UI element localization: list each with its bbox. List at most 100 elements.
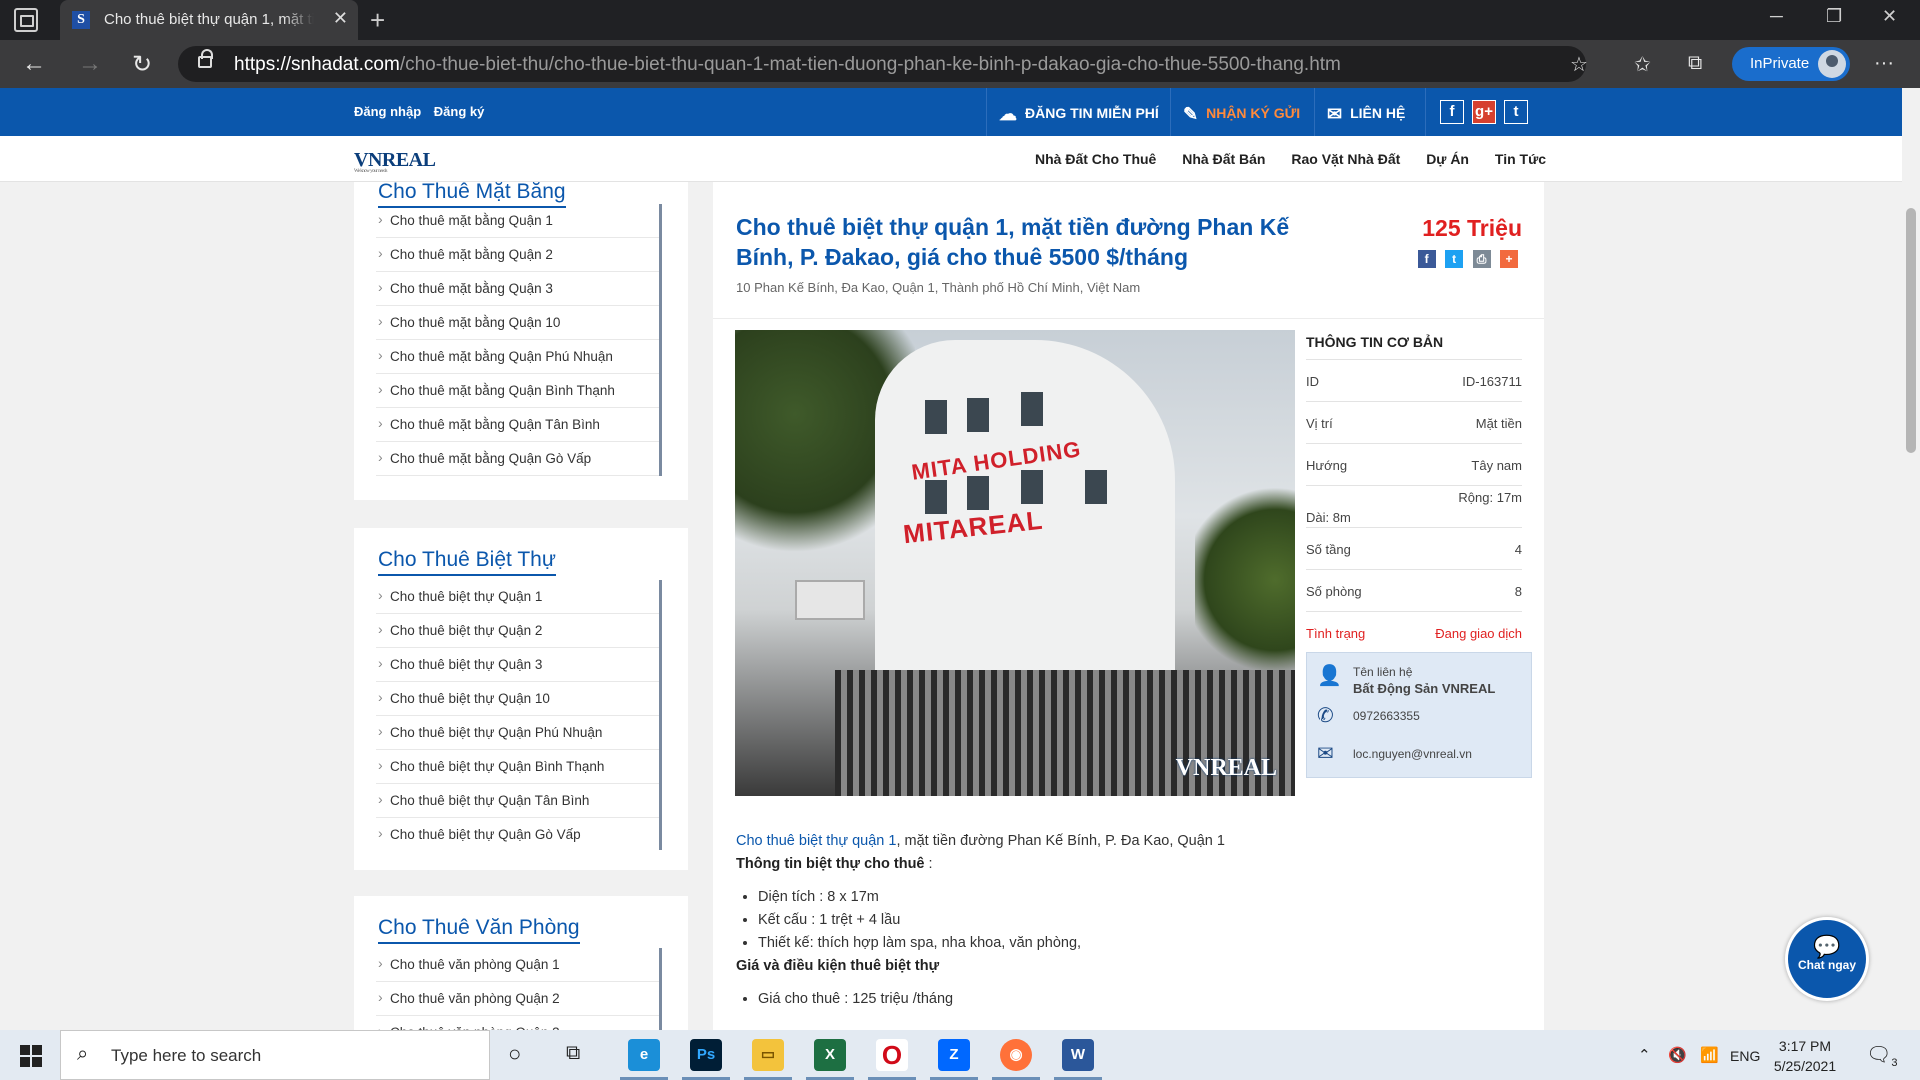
share-facebook-icon[interactable]: f xyxy=(1417,250,1436,268)
chat-button[interactable]: 💬 Chat ngay xyxy=(1785,917,1869,1001)
sidebar-item[interactable]: Cho thuê biệt thự Quận Phú Nhuận xyxy=(376,716,659,750)
login-link[interactable]: Đăng nhập xyxy=(354,104,421,119)
excel-icon[interactable]: X xyxy=(806,1039,854,1080)
share-twitter-icon[interactable]: t xyxy=(1445,250,1464,268)
profile-avatar xyxy=(1818,50,1846,78)
sidebar-item[interactable]: Cho thuê mặt bằng Quận 10 xyxy=(376,306,659,340)
contact-link[interactable]: ✉ LIÊN HỆ xyxy=(1314,88,1426,136)
volume-mute-icon[interactable]: 🔇 xyxy=(1668,1046,1687,1064)
url-field[interactable]: https://snhadat.com/cho-thue-biet-thu/ch… xyxy=(178,46,1588,82)
register-link[interactable]: Đăng ký xyxy=(434,104,485,119)
clock[interactable]: 3:17 PM 5/25/2021 xyxy=(1770,1036,1840,1076)
facebook-icon[interactable]: f xyxy=(1440,100,1464,124)
photoshop-icon[interactable]: Ps xyxy=(682,1039,730,1080)
tab-actions-icon[interactable] xyxy=(14,8,38,32)
forward-icon[interactable]: → xyxy=(78,50,102,78)
share-print-icon[interactable]: ⎙ xyxy=(1472,250,1491,268)
word-icon[interactable]: W xyxy=(1054,1039,1102,1080)
browser-tab[interactable]: S Cho thuê biệt thự quận 1, mặt tiền đườ… xyxy=(60,0,358,40)
collections-icon[interactable]: ⧉ xyxy=(1688,52,1702,75)
status-badge: Đang giao dịch xyxy=(1435,626,1522,641)
edge-icon[interactable]: e xyxy=(620,1039,668,1080)
favorites-icon[interactable]: ✩ xyxy=(1634,52,1651,77)
email-icon: ✉ xyxy=(1317,743,1334,765)
consign-label: NHẬN KÝ GỬI xyxy=(1206,105,1301,121)
language-indicator[interactable]: ENG xyxy=(1730,1048,1760,1064)
scrollbar-thumb[interactable] xyxy=(1906,208,1916,453)
photo-window xyxy=(1021,392,1043,426)
notifications-icon[interactable]: 🗨3 xyxy=(1866,1042,1898,1069)
nav-projects[interactable]: Dự Án xyxy=(1426,151,1469,167)
mail-icon: ✉ xyxy=(1327,104,1343,124)
more-icon[interactable]: ··· xyxy=(1874,52,1894,75)
sidebar-item[interactable]: Cho thuê mặt bằng Quận Phú Nhuận xyxy=(376,340,659,374)
page-scrollbar[interactable] xyxy=(1902,88,1920,1030)
firefox-icon[interactable]: ◉ xyxy=(992,1039,1040,1080)
nav-sale[interactable]: Nhà Đất Bán xyxy=(1182,151,1265,167)
sidebar-item[interactable]: Cho thuê mặt bằng Quận 1 xyxy=(376,204,659,238)
windows-start-icon[interactable] xyxy=(20,1045,42,1067)
sidebar-item[interactable]: Cho thuê biệt thự Quận 10 xyxy=(376,682,659,716)
listing-photo[interactable]: MITA HOLDING MITAREAL VNREAL xyxy=(735,330,1295,796)
add-favorite-icon[interactable]: ☆ xyxy=(1570,52,1588,77)
share-more-icon[interactable]: + xyxy=(1500,250,1518,268)
restore-icon[interactable]: ❐ xyxy=(1826,6,1842,27)
cortana-icon[interactable]: ○ xyxy=(508,1041,521,1067)
taskbar-search-input[interactable]: ⌕ Type here to search xyxy=(60,1030,490,1080)
minimize-icon[interactable]: ─ xyxy=(1770,6,1783,27)
sidebar-item[interactable]: Cho thuê mặt bằng Quận Gò Vấp xyxy=(376,442,659,476)
task-view-icon[interactable]: ⧉ xyxy=(566,1042,580,1065)
file-explorer-icon[interactable]: ▭ xyxy=(744,1039,792,1080)
refresh-icon[interactable]: ↻ xyxy=(132,50,152,79)
section-heading-text: Thông tin biệt thự cho thuê xyxy=(736,856,925,872)
list-item: Kết cấu : 1 trệt + 4 lầu xyxy=(758,909,1516,932)
share-buttons: f t ⎙ + xyxy=(1413,250,1518,268)
info-key: Số tầng xyxy=(1306,542,1351,557)
listing-address: 10 Phan Kế Bính, Đa Kao, Quận 1, Thành p… xyxy=(736,280,1141,295)
sidebar-item[interactable]: Cho thuê biệt thự Quận Gò Vấp xyxy=(376,818,659,850)
contact-label: LIÊN HỆ xyxy=(1350,105,1406,121)
contact-phone[interactable]: 0972663355 xyxy=(1353,709,1420,723)
opera-icon[interactable]: O xyxy=(868,1039,916,1080)
sidebar-item[interactable]: Cho thuê biệt thự Quận Bình Thạnh xyxy=(376,750,659,784)
window-close-icon[interactable]: ✕ xyxy=(1882,6,1897,27)
sidebar-list: Cho thuê mặt bằng Quận 1 Cho thuê mặt bằ… xyxy=(376,204,662,476)
sidebar-item[interactable]: Cho thuê biệt thự Quận 2 xyxy=(376,614,659,648)
search-icon: ⌕ xyxy=(77,1043,89,1065)
wifi-icon[interactable]: 📶 xyxy=(1700,1046,1719,1064)
sidebar-item[interactable]: Cho thuê mặt bằng Quận Tân Bình xyxy=(376,408,659,442)
info-key: Tình trạng xyxy=(1306,626,1366,641)
inprivate-button[interactable]: InPrivate xyxy=(1732,47,1850,81)
info-row-floors: Số tầng 4 xyxy=(1306,528,1522,570)
new-tab-icon[interactable]: + xyxy=(370,5,385,36)
post-free-label: ĐĂNG TIN MIỄN PHÍ xyxy=(1025,105,1159,121)
consign-link[interactable]: ✎ NHẬN KÝ GỬI xyxy=(1170,88,1314,136)
post-free-link[interactable]: ☁ ĐĂNG TIN MIỄN PHÍ xyxy=(986,88,1170,136)
sidebar-item[interactable]: Cho thuê mặt bằng Quận Bình Thạnh xyxy=(376,374,659,408)
info-key: Số phòng xyxy=(1306,584,1362,599)
sidebar-item[interactable]: Cho thuê mặt bằng Quận 3 xyxy=(376,272,659,306)
back-icon[interactable]: ← xyxy=(22,50,46,78)
url-host: https://snhadat.com xyxy=(234,54,400,75)
sidebar-item[interactable]: Cho thuê mặt bằng Quận 2 xyxy=(376,238,659,272)
contact-email[interactable]: loc.nguyen@vnreal.vn xyxy=(1353,747,1472,761)
intro-link[interactable]: Cho thuê biệt thự quận 1 xyxy=(736,833,896,849)
sidebar-item[interactable]: Cho thuê biệt thự Quận 3 xyxy=(376,648,659,682)
sidebar-item[interactable]: Cho thuê biệt thự Quận Tân Bình xyxy=(376,784,659,818)
chat-bubble-icon: 💬 xyxy=(1813,934,1841,959)
sidebar-item[interactable]: Cho thuê văn phòng Quận 1 xyxy=(376,948,659,982)
nav-news[interactable]: Tin Tức xyxy=(1495,151,1546,167)
chevron-up-icon[interactable]: ⌃ xyxy=(1638,1046,1651,1064)
twitter-icon[interactable]: t xyxy=(1504,100,1528,124)
site-logo[interactable]: VNREAL We know your needs xyxy=(354,149,436,174)
tab-close-icon[interactable]: ✕ xyxy=(333,8,348,29)
sidebar-item[interactable]: Cho thuê văn phòng Quận 3 xyxy=(376,1016,659,1030)
info-row-direction: Hướng Tây nam xyxy=(1306,444,1522,486)
google-plus-icon[interactable]: g+ xyxy=(1472,100,1496,124)
zalo-icon[interactable]: Z xyxy=(930,1039,978,1080)
nav-classifieds[interactable]: Rao Vặt Nhà Đất xyxy=(1291,151,1400,167)
sidebar-item[interactable]: Cho thuê văn phòng Quận 2 xyxy=(376,982,659,1016)
nav-rent[interactable]: Nhà Đất Cho Thuê xyxy=(1035,151,1156,167)
cloud-upload-icon: ☁ xyxy=(999,104,1017,124)
sidebar-item[interactable]: Cho thuê biệt thự Quận 1 xyxy=(376,580,659,614)
